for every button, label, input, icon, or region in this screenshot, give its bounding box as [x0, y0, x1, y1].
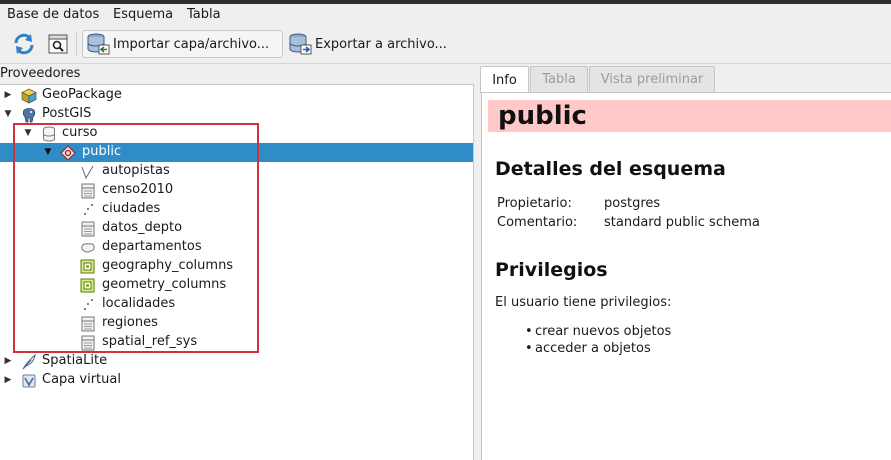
toolbar: Importar capa/archivo... Exportar a arch…	[0, 26, 891, 64]
point-layer-icon	[79, 201, 96, 218]
expand-arrow-icon[interactable]: ▶	[3, 375, 13, 385]
menu-tabla[interactable]: Tabla	[187, 7, 221, 22]
export-file-label: Exportar a archivo...	[315, 36, 447, 52]
tree-item-table[interactable]: regiones	[0, 314, 473, 333]
tab-preview[interactable]: Vista preliminar	[589, 66, 715, 92]
tree-label-table: spatial_ref_sys	[102, 334, 198, 349]
table-icon	[79, 315, 96, 332]
schema-details-heading: Detalles del esquema	[495, 158, 726, 180]
tree-item-table[interactable]: departamentos	[0, 238, 473, 257]
table-icon	[79, 182, 96, 199]
sql-window-icon	[46, 32, 70, 56]
tree-label-table: datos_depto	[102, 220, 183, 235]
import-layer-label: Importar capa/archivo...	[113, 36, 270, 52]
tree-item-spatialite[interactable]: ▶ SpatiaLite	[0, 352, 473, 371]
tree-label-public: public	[82, 144, 122, 159]
comment-label: Comentario:	[497, 215, 578, 230]
tree-item-table[interactable]: localidades	[0, 295, 473, 314]
database-export-icon	[288, 32, 312, 56]
privilege-item: acceder a objetos	[525, 341, 651, 356]
privilege-item: crear nuevos objetos	[525, 324, 671, 339]
tree-item-table[interactable]: autopistas	[0, 162, 473, 181]
menu-base-de-datos[interactable]: Base de datos	[7, 7, 99, 22]
tree-item-postgis[interactable]: ▼ PostGIS	[0, 105, 473, 124]
tree-item-table[interactable]: geometry_columns	[0, 276, 473, 295]
schema-header: public	[488, 100, 891, 132]
postgis-elephant-icon	[20, 106, 37, 123]
tree-item-table[interactable]: spatial_ref_sys	[0, 333, 473, 352]
collapse-arrow-icon[interactable]: ▼	[23, 128, 33, 138]
tree-label-table: geography_columns	[102, 258, 234, 273]
tree-label-postgis: PostGIS	[42, 106, 92, 121]
owner-label: Propietario:	[497, 196, 572, 211]
export-file-button[interactable]: Exportar a archivo...	[284, 30, 454, 58]
collapse-arrow-icon[interactable]: ▼	[3, 109, 13, 119]
refresh-button[interactable]	[12, 30, 36, 58]
virtual-layer-icon	[20, 372, 37, 389]
spatialite-feather-icon	[20, 353, 37, 370]
expand-arrow-icon[interactable]: ▶	[3, 356, 13, 366]
toolbar-separator	[76, 32, 77, 56]
sql-window-button[interactable]	[46, 30, 70, 58]
owner-value: postgres	[604, 196, 661, 211]
line-layer-icon	[79, 163, 96, 180]
tree-item-virtual-layer[interactable]: ▶ Capa virtual	[0, 371, 473, 390]
table-icon	[79, 334, 96, 351]
import-layer-button[interactable]: Importar capa/archivo...	[82, 30, 283, 58]
tree-item-connection-curso[interactable]: ▼ curso	[0, 124, 473, 143]
view-icon	[79, 258, 96, 275]
point-layer-icon	[79, 296, 96, 313]
geopackage-icon	[20, 87, 37, 104]
tree-item-table[interactable]: ciudades	[0, 200, 473, 219]
expand-arrow-icon[interactable]: ▶	[3, 90, 13, 100]
tree-label-table: censo2010	[102, 182, 174, 197]
tab-table[interactable]: Tabla	[530, 66, 588, 92]
tree-item-table[interactable]: geography_columns	[0, 257, 473, 276]
schema-title: public	[498, 101, 587, 131]
tree-item-table[interactable]: datos_depto	[0, 219, 473, 238]
view-icon	[79, 277, 96, 294]
tree-label-table: departamentos	[102, 239, 202, 254]
database-import-icon	[86, 32, 110, 56]
tree-label-table: regiones	[102, 315, 158, 330]
providers-title: Proveedores	[0, 66, 81, 81]
tree-label-virtual-layer: Capa virtual	[42, 372, 121, 387]
refresh-icon	[12, 32, 36, 56]
menu-bar: Base de datos Esquema Tabla	[0, 4, 891, 26]
tree-label-spatialite: SpatiaLite	[42, 353, 108, 368]
providers-tree[interactable]: ▶ GeoPackage ▼ PostGIS ▼ curso ▼ public …	[0, 84, 474, 460]
comment-value: standard public schema	[604, 215, 760, 230]
database-icon	[40, 125, 57, 142]
tree-label-table: localidades	[102, 296, 176, 311]
tree-item-geopackage[interactable]: ▶ GeoPackage	[0, 86, 473, 105]
tab-info[interactable]: Info	[480, 66, 529, 93]
polygon-layer-icon	[79, 239, 96, 256]
collapse-arrow-icon[interactable]: ▼	[43, 147, 53, 157]
tree-label-curso: curso	[62, 125, 98, 140]
schema-icon	[59, 144, 76, 161]
tree-label-table: ciudades	[102, 201, 161, 216]
privileges-heading: Privilegios	[495, 259, 608, 281]
tree-item-schema-public[interactable]: ▼ public	[0, 143, 473, 162]
tree-label-geopackage: GeoPackage	[42, 87, 122, 102]
table-icon	[79, 220, 96, 237]
info-panel: public Detalles del esquema Propietario:…	[481, 92, 891, 460]
tree-item-table[interactable]: censo2010	[0, 181, 473, 200]
tree-label-table: geometry_columns	[102, 277, 227, 292]
tree-label-table: autopistas	[102, 163, 170, 178]
menu-esquema[interactable]: Esquema	[113, 7, 173, 22]
privileges-text: El usuario tiene privilegios:	[495, 295, 672, 310]
